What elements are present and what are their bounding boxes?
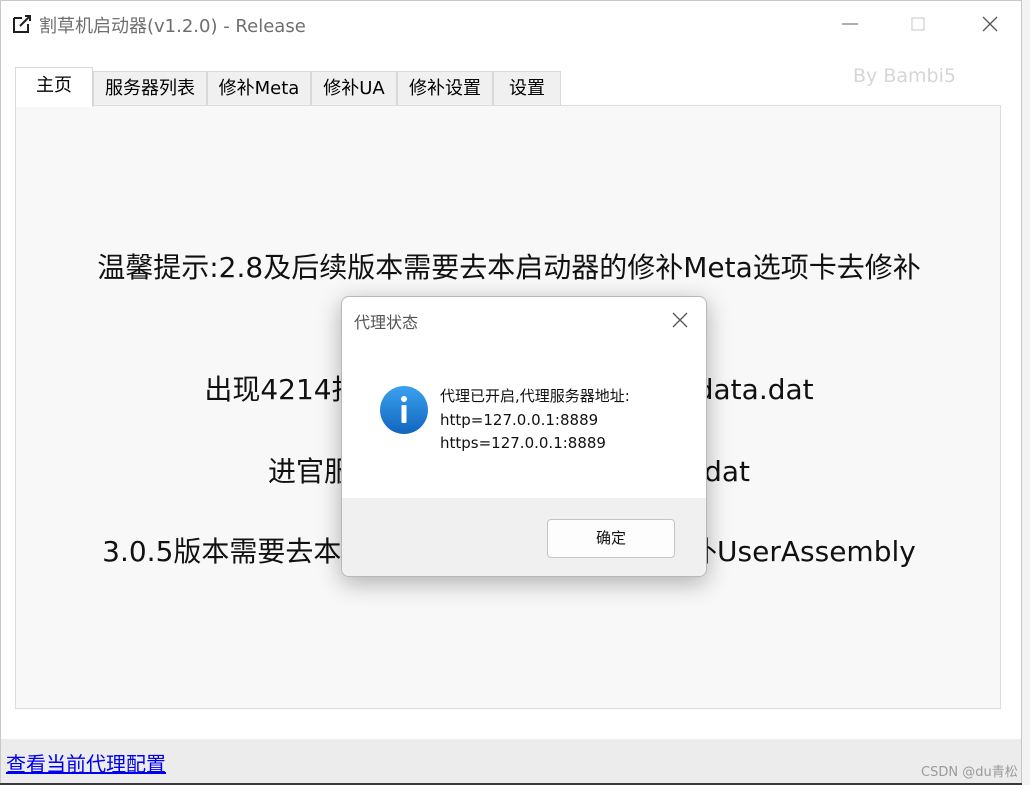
maximize-button[interactable]	[895, 7, 941, 41]
tab-label: 服务器列表	[105, 78, 195, 99]
info-icon	[379, 385, 429, 435]
minimize-button[interactable]	[827, 7, 873, 41]
message-line: http=127.0.0.1:8889	[440, 410, 599, 429]
tab-patch-ua[interactable]: 修补UA	[311, 71, 397, 105]
status-bar: 查看当前代理配置 CSDN @du青松	[1, 739, 1021, 783]
proxy-status-dialog: 代理状态 代理已开启,代理服务器地址: http=127.0.0.1:8889 …	[341, 296, 707, 577]
ok-button[interactable]: 确定	[547, 519, 675, 558]
title-bar: 割草机启动器(v1.2.0) - Release	[1, 1, 1021, 47]
background-window-edge	[1022, 0, 1030, 785]
tab-settings[interactable]: 设置	[493, 71, 561, 105]
close-icon	[672, 312, 688, 328]
edit-window-icon	[11, 13, 33, 35]
dialog-footer: 确定	[342, 498, 706, 576]
tab-label: 主页	[36, 75, 72, 96]
dialog-message: 代理已开启,代理服务器地址: http=127.0.0.1:8889 https…	[440, 385, 630, 456]
close-icon	[982, 16, 998, 32]
tab-label: 修补Meta	[218, 78, 300, 99]
window-title: 割草机启动器(v1.2.0) - Release	[39, 16, 306, 37]
tab-label: 设置	[509, 78, 545, 99]
maximize-icon	[911, 17, 925, 31]
dialog-title: 代理状态	[354, 313, 419, 332]
author-byline: By Bambi5	[853, 65, 956, 87]
dialog-close-button[interactable]	[664, 305, 696, 335]
tab-patch-meta[interactable]: 修补Meta	[207, 71, 311, 105]
view-proxy-config-link[interactable]: 查看当前代理配置	[6, 748, 166, 777]
message-line: https=127.0.0.1:8889	[440, 434, 606, 452]
tab-server-list[interactable]: 服务器列表	[93, 71, 207, 105]
tab-home[interactable]: 主页	[15, 67, 93, 107]
close-button[interactable]	[967, 7, 1013, 41]
tab-patch-settings[interactable]: 修补设置	[397, 71, 493, 105]
tab-label: 修补设置	[409, 78, 481, 99]
message-line: 代理已开启,代理服务器地址:	[440, 387, 630, 405]
tip-text: 温馨提示:2.8及后续版本需要去本启动器的修补Meta选项卡去修补	[97, 251, 921, 284]
minimize-icon	[842, 23, 858, 25]
tab-label: 修补UA	[323, 78, 385, 99]
watermark: CSDN @du青松	[921, 765, 1018, 780]
